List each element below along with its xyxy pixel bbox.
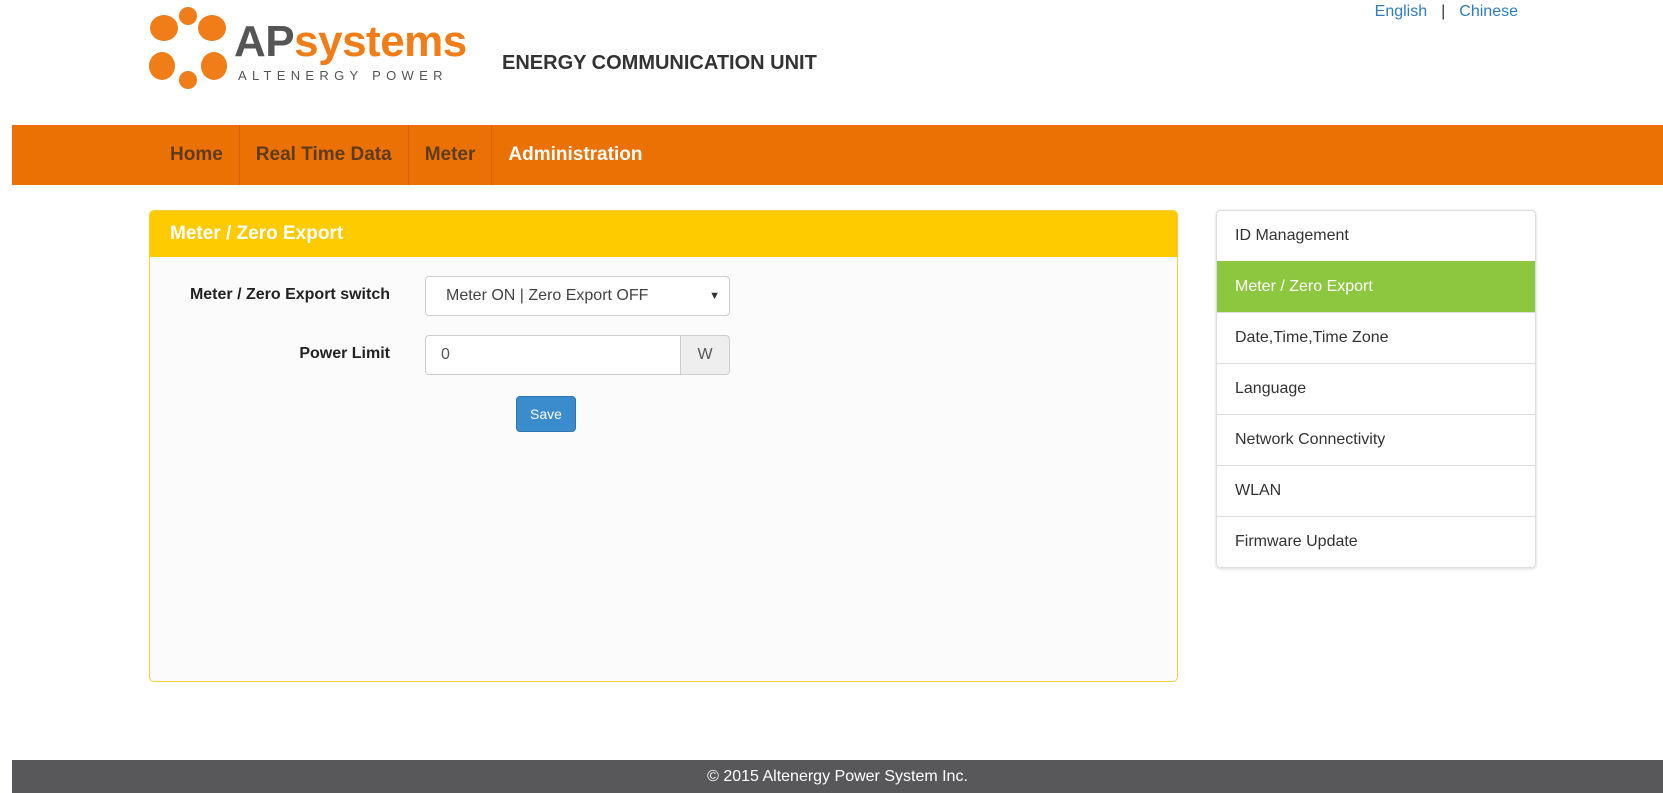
caret-down-icon: ▼ xyxy=(709,290,720,302)
sidebar-item-id-management[interactable]: ID Management xyxy=(1217,211,1535,261)
nav-item-real-time-data[interactable]: Real Time Data xyxy=(238,125,408,185)
panel-title: Meter / Zero Export xyxy=(150,211,1177,257)
sidebar-item-language[interactable]: Language xyxy=(1217,363,1535,414)
footer-copyright: © 2015 Altenergy Power System Inc. xyxy=(12,760,1663,793)
power-limit-input[interactable]: 0 xyxy=(425,335,681,375)
save-button[interactable]: Save xyxy=(516,396,576,432)
nav-item-meter[interactable]: Meter xyxy=(407,125,492,185)
language-separator: | xyxy=(1441,3,1446,20)
meter-zero-export-select[interactable]: Meter ON | Zero Export OFF ▼ xyxy=(425,276,730,316)
power-limit-unit: W xyxy=(680,335,730,375)
language-switcher: English | Chinese xyxy=(1375,3,1518,21)
language-chinese-link[interactable]: Chinese xyxy=(1459,3,1518,20)
nav-list: Home Real Time Data Meter Administration xyxy=(154,125,658,185)
language-english-link[interactable]: English xyxy=(1375,3,1427,20)
main-navbar: Home Real Time Data Meter Administration xyxy=(12,125,1663,185)
power-limit-label: Power Limit xyxy=(299,345,390,362)
sidebar-item-date-time[interactable]: Date,Time,Time Zone xyxy=(1217,312,1535,363)
logo-wordmark-systems: systems xyxy=(294,17,467,66)
sidebar-item-firmware-update[interactable]: Firmware Update xyxy=(1217,516,1535,567)
sidebar-item-network-connectivity[interactable]: Network Connectivity xyxy=(1217,414,1535,465)
sidebar-item-wlan[interactable]: WLAN xyxy=(1217,465,1535,516)
nav-item-home[interactable]: Home xyxy=(154,125,239,185)
sidebar-item-meter-zero-export[interactable]: Meter / Zero Export xyxy=(1217,261,1535,312)
select-value: Meter ON | Zero Export OFF xyxy=(446,287,649,304)
apsystems-logo: APsystems ALTENERGY POWER xyxy=(148,6,468,90)
page-title: ENERGY COMMUNICATION UNIT xyxy=(502,52,817,74)
logo-wordmark: APsystems xyxy=(234,20,467,64)
power-limit-input-group: 0 W xyxy=(425,335,730,375)
logo-tagline: ALTENERGY POWER xyxy=(238,68,448,83)
nav-item-administration[interactable]: Administration xyxy=(491,125,658,185)
logo-mark-icon xyxy=(149,7,227,89)
logo-wordmark-ap: AP xyxy=(234,17,295,66)
switch-label: Meter / Zero Export switch xyxy=(189,286,390,303)
admin-sidebar: ID Management Meter / Zero Export Date,T… xyxy=(1216,210,1536,568)
meter-zero-export-panel: Meter / Zero Export Meter / Zero Export … xyxy=(149,210,1178,682)
